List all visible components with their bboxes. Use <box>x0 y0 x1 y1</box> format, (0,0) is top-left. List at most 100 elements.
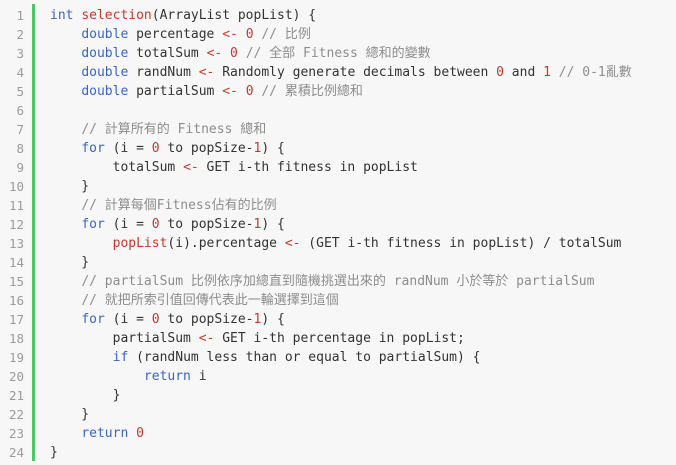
line-code: if (randNum less than or equal to partia… <box>50 348 481 367</box>
code-line[interactable]: 10 } <box>0 177 676 196</box>
code-token: double <box>81 27 129 42</box>
line-number: 11 <box>8 198 24 213</box>
code-line[interactable]: 15 // partialSum 比例依序加總直到隨機挑選出來的 randNum… <box>0 272 676 291</box>
line-code: double percentage <- 0 // 比例 <box>50 25 311 44</box>
code-line[interactable]: 9 totalSum <- GET i-th fitness in popLis… <box>0 158 676 177</box>
code-token: } <box>50 445 58 460</box>
code-token: double <box>81 46 129 61</box>
line-code: return i <box>50 367 207 386</box>
code-line[interactable]: 14 } <box>0 253 676 272</box>
code-line[interactable]: 22 } <box>0 405 676 424</box>
code-line[interactable]: 13 popList(i).percentage <- (GET i-th fi… <box>0 234 676 253</box>
line-number: 22 <box>8 407 24 422</box>
code-line[interactable]: 6 <box>0 101 676 120</box>
code-line[interactable]: 12 for (i = 0 to popSize-1) { <box>0 215 676 234</box>
code-token: 0 <box>245 84 254 99</box>
code-token: i <box>190 369 207 384</box>
code-token: int <box>50 8 74 23</box>
line-code: } <box>50 386 121 405</box>
code-token: (i).percentage <box>167 236 285 251</box>
line-code: return 0 <box>50 424 144 443</box>
code-line[interactable]: 3 double totalSum <- 0 // 全部 Fitness 總和的… <box>0 44 676 63</box>
code-line[interactable]: 21 } <box>0 386 676 405</box>
line-number: 18 <box>8 331 24 346</box>
line-code: } <box>50 443 58 462</box>
code-token: selection <box>81 8 152 23</box>
code-line[interactable]: 23 return 0 <box>0 424 676 443</box>
code-token: to popSize- <box>159 312 254 327</box>
code-token: // 比例 <box>253 27 311 42</box>
code-editor[interactable]: 1 int selection(ArrayList popList) {2 dou… <box>0 0 676 465</box>
line-code: int selection(ArrayList popList) { <box>50 6 316 25</box>
line-code: double randNum <- Randomly generate deci… <box>50 63 632 82</box>
line-code: } <box>50 253 89 272</box>
code-token: randNum <box>128 65 199 80</box>
code-token: 0 <box>136 426 144 441</box>
line-code: double partialSum <- 0 // 累積比例總和 <box>50 82 363 101</box>
code-token: partialSum <box>50 331 199 346</box>
line-number: 14 <box>8 255 24 270</box>
code-line[interactable]: 11 // 計算每個Fitness佔有的比例 <box>0 196 676 215</box>
code-token: (i = <box>104 217 152 232</box>
code-token: return <box>81 426 129 441</box>
code-token: // 0-1亂數 <box>550 65 632 80</box>
code-token: // 計算每個Fitness佔有的比例 <box>81 198 277 213</box>
code-line[interactable]: 5 double partialSum <- 0 // 累積比例總和 <box>0 82 676 101</box>
code-token: ) { <box>261 312 285 327</box>
code-line[interactable]: 16 // 就把所索引值回傳代表此一輪選擇到這個 <box>0 291 676 310</box>
code-token: GET i-th fitness in popList <box>198 160 418 175</box>
code-line[interactable]: 18 partialSum <- GET i-th percentage in … <box>0 329 676 348</box>
line-code: totalSum <- GET i-th fitness in popList <box>50 158 418 177</box>
code-token: 0 <box>245 27 254 42</box>
code-token: 0 <box>151 217 160 232</box>
code-line[interactable]: 20 return i <box>0 367 676 386</box>
code-token: partialSum <box>128 84 223 99</box>
line-number: 20 <box>8 369 24 384</box>
code-token: (i = <box>104 141 152 156</box>
code-token: if <box>112 350 129 365</box>
code-token: // 就把所索引值回傳代表此一輪選擇到這個 <box>81 293 339 308</box>
code-line[interactable]: 19 if (randNum less than or equal to par… <box>0 348 676 367</box>
code-line[interactable]: 8 for (i = 0 to popSize-1) { <box>0 139 676 158</box>
code-token: 1 <box>543 65 551 80</box>
code-token: for <box>81 141 105 156</box>
code-token: } <box>50 255 90 270</box>
code-token: 0 <box>151 141 160 156</box>
line-number: 17 <box>8 312 24 327</box>
code-token: } <box>50 388 121 403</box>
code-token: } <box>50 407 90 422</box>
code-token: ) { <box>261 217 285 232</box>
code-token: // 累積比例總和 <box>253 84 363 99</box>
code-token: 0 <box>151 312 160 327</box>
line-number: 10 <box>8 179 24 194</box>
line-code: // 計算所有的 Fitness 總和 <box>50 120 266 139</box>
line-number: 7 <box>16 122 24 137</box>
code-line[interactable]: 17 for (i = 0 to popSize-1) { <box>0 310 676 329</box>
code-token: } <box>50 179 90 194</box>
code-token: double <box>81 65 129 80</box>
line-code: } <box>50 405 89 424</box>
code-token: ) { <box>261 141 285 156</box>
code-line[interactable]: 4 double randNum <- Randomly generate de… <box>0 63 676 82</box>
code-token: (GET i-th fitness in popList) / totalSum <box>300 236 622 251</box>
code-line[interactable]: 1 int selection(ArrayList popList) { <box>0 6 676 25</box>
code-token: totalSum <box>128 46 207 61</box>
code-line[interactable]: 24} <box>0 443 676 462</box>
line-code: double totalSum <- 0 // 全部 Fitness 總和的變數 <box>50 44 430 63</box>
code-token: <- <box>198 331 215 346</box>
code-line[interactable]: 7 // 計算所有的 Fitness 總和 <box>0 120 676 139</box>
code-line[interactable]: 2 double percentage <- 0 // 比例 <box>0 25 676 44</box>
line-number: 3 <box>16 46 24 61</box>
code-token: and <box>503 65 544 80</box>
code-token: <- <box>198 65 215 80</box>
